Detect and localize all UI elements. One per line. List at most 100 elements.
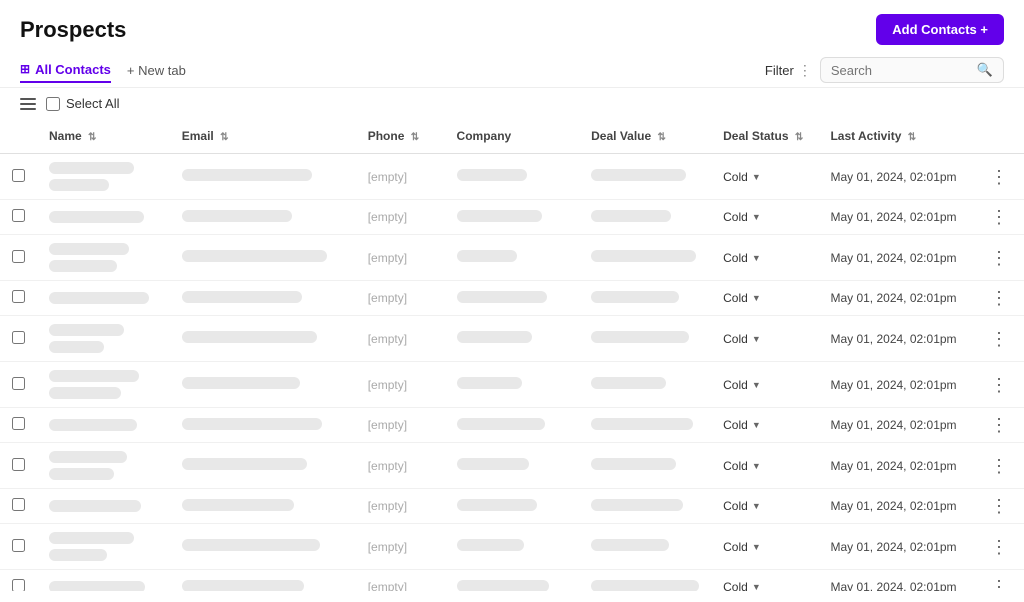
more-options-button[interactable]: ⋮: [986, 249, 1012, 267]
deal-status-dropdown-icon[interactable]: ▼: [752, 501, 761, 511]
th-company: Company: [445, 119, 580, 154]
th-name-sort-icon[interactable]: ⇅: [88, 132, 96, 143]
row-checkbox[interactable]: [12, 498, 25, 511]
deal-status-text: Cold: [723, 499, 748, 513]
more-options-button[interactable]: ⋮: [986, 289, 1012, 307]
table-row: [empty]Cold▼May 01, 2024, 02:01pm⋮: [0, 200, 1024, 235]
more-options-button[interactable]: ⋮: [986, 330, 1012, 348]
cell-last-activity: May 01, 2024, 02:01pm: [818, 316, 974, 362]
table-row: [empty]Cold▼May 01, 2024, 02:01pm⋮: [0, 235, 1024, 281]
th-name[interactable]: Name ⇅: [37, 119, 170, 154]
more-options-button[interactable]: ⋮: [986, 376, 1012, 394]
new-tab-button[interactable]: + New tab: [127, 63, 186, 78]
row-checkbox[interactable]: [12, 209, 25, 222]
deal-value-skeleton: [591, 169, 686, 181]
row-checkbox[interactable]: [12, 290, 25, 303]
select-all-label[interactable]: Select All: [66, 96, 119, 111]
th-email-sort-icon[interactable]: ⇅: [220, 132, 228, 143]
cell-phone: [empty]: [356, 408, 445, 443]
row-checkbox[interactable]: [12, 539, 25, 552]
table-row: [empty]Cold▼May 01, 2024, 02:01pm⋮: [0, 570, 1024, 592]
deal-status-dropdown-icon[interactable]: ▼: [752, 172, 761, 182]
deal-status-dropdown-icon[interactable]: ▼: [752, 212, 761, 222]
cell-more: ⋮: [974, 362, 1024, 408]
phone-empty: [empty]: [368, 332, 407, 346]
deal-status-dropdown-icon[interactable]: ▼: [752, 293, 761, 303]
name-sub-skeleton: [49, 468, 114, 480]
cell-email: [170, 443, 356, 489]
email-skeleton: [182, 458, 307, 470]
th-deal-value[interactable]: Deal Value ⇅: [579, 119, 711, 154]
cell-last-activity: May 01, 2024, 02:01pm: [818, 570, 974, 592]
deal-status-dropdown-icon[interactable]: ▼: [752, 334, 761, 344]
row-checkbox[interactable]: [12, 169, 25, 182]
add-contacts-button[interactable]: Add Contacts +: [876, 14, 1004, 45]
cell-name: [37, 408, 170, 443]
cell-company: [445, 362, 580, 408]
cell-last-activity: May 01, 2024, 02:01pm: [818, 489, 974, 524]
deal-value-skeleton: [591, 539, 669, 551]
th-phone[interactable]: Phone ⇅: [356, 119, 445, 154]
th-deal-status[interactable]: Deal Status ⇅: [711, 119, 818, 154]
cell-deal-status: Cold▼: [711, 154, 818, 200]
deal-status-dropdown-icon[interactable]: ▼: [752, 380, 761, 390]
th-last-activity[interactable]: Last Activity ⇅: [818, 119, 974, 154]
cell-last-activity: May 01, 2024, 02:01pm: [818, 200, 974, 235]
row-checkbox[interactable]: [12, 417, 25, 430]
table-container: Name ⇅ Email ⇅ Phone ⇅ Company Deal Valu…: [0, 119, 1024, 591]
th-last-activity-sort-icon[interactable]: ⇅: [908, 132, 916, 143]
email-skeleton: [182, 580, 304, 592]
table-row: [empty]Cold▼May 01, 2024, 02:01pm⋮: [0, 316, 1024, 362]
more-options-button[interactable]: ⋮: [986, 538, 1012, 556]
tab-right: Filter ⋮ 🔍: [765, 57, 1004, 83]
more-options-button[interactable]: ⋮: [986, 457, 1012, 475]
name-sub-skeleton: [49, 260, 117, 272]
filter-button[interactable]: Filter ⋮: [765, 62, 812, 79]
deal-status-dropdown-icon[interactable]: ▼: [752, 420, 761, 430]
table-row: [empty]Cold▼May 01, 2024, 02:01pm⋮: [0, 362, 1024, 408]
th-email[interactable]: Email ⇅: [170, 119, 356, 154]
cell-deal-value: [579, 524, 711, 570]
th-email-label: Email: [182, 129, 214, 143]
row-checkbox[interactable]: [12, 250, 25, 263]
last-activity-text: May 01, 2024, 02:01pm: [830, 459, 956, 473]
deal-status-text: Cold: [723, 580, 748, 591]
more-options-button[interactable]: ⋮: [986, 416, 1012, 434]
row-checkbox[interactable]: [12, 458, 25, 471]
company-skeleton: [457, 331, 532, 343]
row-checkbox[interactable]: [12, 331, 25, 344]
more-options-button[interactable]: ⋮: [986, 497, 1012, 515]
deal-status-dropdown-icon[interactable]: ▼: [752, 461, 761, 471]
th-phone-sort-icon[interactable]: ⇅: [411, 132, 419, 143]
cell-name: [37, 316, 170, 362]
hamburger-menu[interactable]: [20, 98, 36, 110]
company-skeleton: [457, 580, 549, 592]
cell-name: [37, 154, 170, 200]
th-deal-value-sort-icon[interactable]: ⇅: [658, 132, 666, 143]
more-options-button[interactable]: ⋮: [986, 578, 1012, 591]
last-activity-text: May 01, 2024, 02:01pm: [830, 540, 956, 554]
last-activity-text: May 01, 2024, 02:01pm: [830, 210, 956, 224]
row-checkbox[interactable]: [12, 579, 25, 591]
name-skeleton: [49, 581, 145, 591]
cell-company: [445, 154, 580, 200]
row-checkbox[interactable]: [12, 377, 25, 390]
more-options-button[interactable]: ⋮: [986, 208, 1012, 226]
deal-value-skeleton: [591, 210, 671, 222]
last-activity-text: May 01, 2024, 02:01pm: [830, 291, 956, 305]
th-deal-status-sort-icon[interactable]: ⇅: [795, 132, 803, 143]
company-skeleton: [457, 499, 537, 511]
deal-status-dropdown-icon[interactable]: ▼: [752, 542, 761, 552]
cell-more: ⋮: [974, 200, 1024, 235]
email-skeleton: [182, 291, 302, 303]
search-input[interactable]: [831, 63, 971, 78]
deal-status-dropdown-icon[interactable]: ▼: [752, 253, 761, 263]
all-contacts-tab[interactable]: ⊞ All Contacts: [20, 58, 111, 83]
deal-status-dropdown-icon[interactable]: ▼: [752, 582, 761, 591]
last-activity-text: May 01, 2024, 02:01pm: [830, 170, 956, 184]
more-options-button[interactable]: ⋮: [986, 168, 1012, 186]
cell-email: [170, 362, 356, 408]
select-all-checkbox[interactable]: [46, 97, 60, 111]
cell-company: [445, 316, 580, 362]
tab-left: ⊞ All Contacts + New tab: [20, 58, 186, 83]
